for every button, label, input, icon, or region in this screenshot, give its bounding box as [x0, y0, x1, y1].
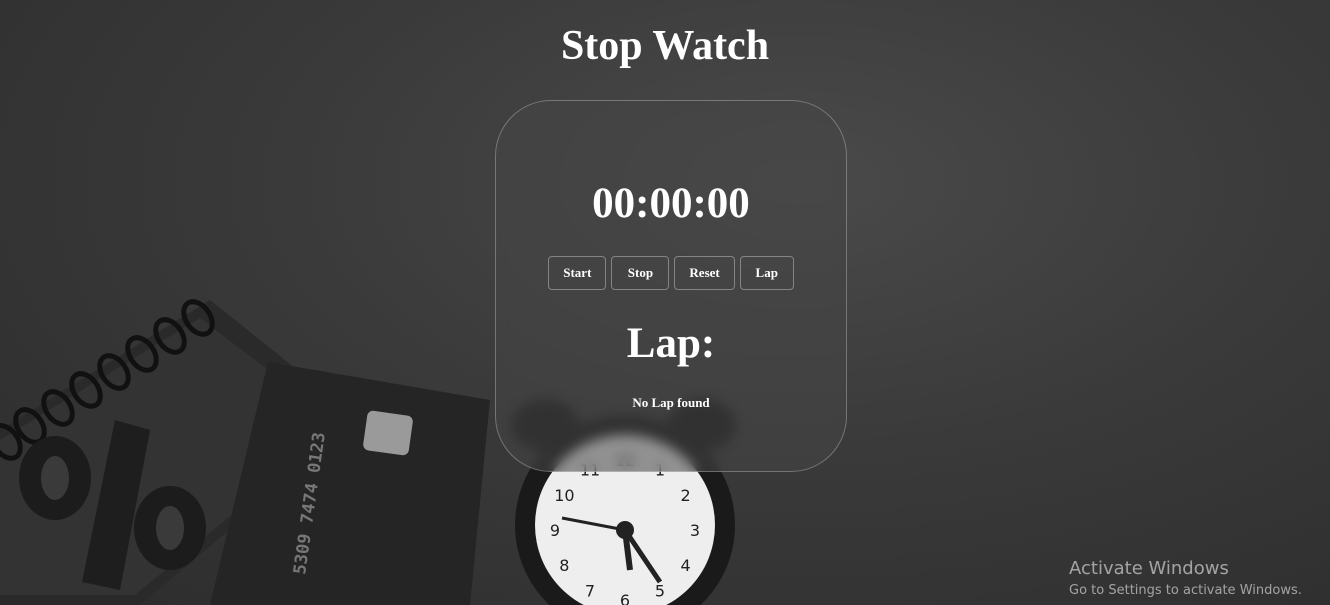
- watermark-subtitle: Go to Settings to activate Windows.: [1069, 583, 1302, 598]
- start-button[interactable]: Start: [548, 256, 607, 290]
- lap-empty-message: No Lap found: [632, 395, 710, 410]
- clock-numeral: 5: [655, 582, 665, 601]
- clock-numeral: 8: [559, 556, 569, 575]
- reset-button[interactable]: Reset: [674, 256, 735, 290]
- lap-button[interactable]: Lap: [739, 256, 794, 290]
- credit-card-illustration: 5309 7474 0123: [210, 362, 490, 605]
- page-title: Stop Watch: [560, 23, 770, 69]
- percent-sign-illustration: [19, 420, 206, 590]
- clock-numeral: 3: [690, 521, 700, 540]
- clock-numeral: 2: [681, 486, 691, 505]
- watermark-title: Activate Windows: [1069, 558, 1229, 579]
- clock-numeral: 9: [550, 521, 560, 540]
- clock-numeral: 7: [585, 582, 595, 601]
- stopwatch-card: 00:00:00 Start Stop Reset Lap Lap: No La…: [495, 100, 847, 472]
- os-activation-watermark: Activate Windows Go to Settings to activ…: [1069, 557, 1302, 601]
- lap-heading: Lap:: [626, 320, 716, 367]
- notebook-illustration: [0, 300, 360, 605]
- card-number-text: 5309 7474 0123: [290, 431, 330, 576]
- stopwatch-controls: Start Stop Reset Lap: [496, 256, 846, 290]
- notebook-spiral: [0, 299, 215, 461]
- clock-numeral: 4: [681, 556, 691, 575]
- stop-button[interactable]: Stop: [611, 256, 670, 290]
- clock-numeral: 10: [554, 486, 574, 505]
- time-display: 00:00:00: [592, 180, 750, 227]
- clock-numeral: 6: [620, 591, 630, 605]
